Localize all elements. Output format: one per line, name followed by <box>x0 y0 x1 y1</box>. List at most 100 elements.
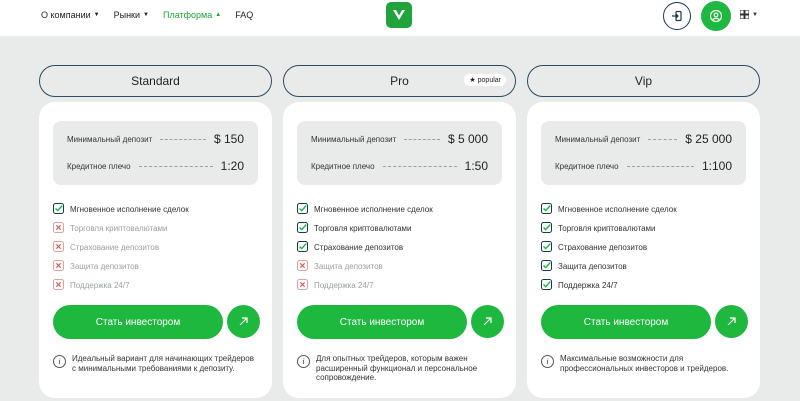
feature-label: Защита депозитов <box>314 262 383 271</box>
feature-item: Защита депозитов <box>53 257 189 276</box>
nav-item-about[interactable]: О компании ▼ <box>41 10 100 20</box>
param-label: Минимальный депозит <box>311 134 397 144</box>
become-investor-button[interactable]: Стать инвестором <box>541 305 711 339</box>
arrow-button[interactable] <box>715 305 748 338</box>
feature-item: Поддержка 24/7 <box>541 276 677 295</box>
arrow-up-right-icon <box>239 317 248 326</box>
param-value: 1:100 <box>701 159 732 173</box>
checkbox-checked-icon <box>297 203 308 216</box>
nav-item-label: Рынки <box>113 10 141 20</box>
checkbox-checked-icon <box>297 222 308 235</box>
login-icon <box>672 10 682 22</box>
grid-icon <box>740 10 749 19</box>
plan-info: i Идеальный вариант для начинающих трейде… <box>53 354 258 373</box>
plan-card-standard: Минимальный депозит $ 150 Кредитное плечо 1… <box>39 102 272 398</box>
feature-label: Защита депозитов <box>558 262 627 271</box>
info-icon: i <box>53 355 66 368</box>
popular-badge: ★ popular <box>464 74 506 86</box>
arrow-up-right-icon <box>483 317 492 326</box>
feature-item: Мгновенное исполнение сделок <box>297 200 433 219</box>
button-label: Стать инвестором <box>95 316 181 328</box>
login-button[interactable] <box>663 2 691 30</box>
feature-item: Защита депозитов <box>297 257 433 276</box>
feature-list: Мгновенное исполнение сделок Торговля кри… <box>541 200 677 295</box>
param-row: Кредитное плечо 1:50 <box>311 159 488 173</box>
feature-label: Торговля криптовалютами <box>314 224 412 233</box>
feature-label: Страхование депозитов <box>314 243 404 252</box>
tab-label: Vip <box>634 74 653 88</box>
v-logo-icon[interactable] <box>386 2 412 28</box>
feature-item: Торговля криптовалютами <box>53 219 189 238</box>
param-value: 1:50 <box>464 159 488 173</box>
param-label: Минимальный депозит <box>555 134 641 144</box>
checkbox-cross-icon <box>297 260 308 273</box>
param-value: $ 25 000 <box>685 132 732 146</box>
feature-label: Мгновенное исполнение сделок <box>558 205 677 214</box>
feature-label: Мгновенное исполнение сделок <box>70 205 189 214</box>
checkbox-cross-icon <box>53 279 64 292</box>
dotted-leader <box>160 138 206 140</box>
feature-item: Мгновенное исполнение сделок <box>541 200 677 219</box>
param-row: Кредитное плечо 1:20 <box>67 159 244 173</box>
dotted-leader <box>138 165 213 167</box>
nav-item-markets[interactable]: Рынки ▼ <box>114 10 149 20</box>
feature-label: Торговля криптовалютами <box>558 224 656 233</box>
feature-label: Мгновенное исполнение сделок <box>314 205 433 214</box>
param-label: Кредитное плечо <box>555 161 619 171</box>
plan-info-text: Максимальные возможности для профессиона… <box>560 354 729 373</box>
tab-vip[interactable]: Vip <box>527 65 760 97</box>
checkbox-checked-icon <box>541 279 552 292</box>
plan-info: i Для опытных трейдеров, которым важен ра… <box>297 354 502 383</box>
star-icon: ★ <box>469 77 476 84</box>
tab-pro[interactable]: Pro ★ popular <box>283 65 516 97</box>
param-value: $ 5 000 <box>447 132 488 146</box>
become-investor-button[interactable]: Стать инвестором <box>297 305 467 339</box>
nav-item-faq[interactable]: FAQ <box>235 10 253 20</box>
plan-info: i Максимальные возможности для профессион… <box>541 354 746 373</box>
param-label: Минимальный депозит <box>67 134 153 144</box>
param-row: Минимальный депозит $ 25 000 <box>555 132 732 146</box>
plan-info-text: Идеальный вариант для начинающих трейдер… <box>72 354 254 373</box>
param-value: $ 150 <box>213 132 244 146</box>
arrow-button[interactable] <box>227 305 260 338</box>
feature-item: Поддержка 24/7 <box>297 276 433 295</box>
feature-item: Страхование депозитов <box>541 238 677 257</box>
plan-params: Минимальный депозит $ 5 000 Кредитное плеч… <box>297 121 502 185</box>
become-investor-button[interactable]: Стать инвестором <box>53 305 223 339</box>
button-label: Стать инвестором <box>583 316 669 328</box>
feature-item: Торговля криптовалютами <box>297 219 433 238</box>
feature-item: Поддержка 24/7 <box>53 276 189 295</box>
checkbox-checked-icon <box>297 241 308 254</box>
button-label: Стать инвестором <box>339 316 425 328</box>
plan-card-pro: Минимальный депозит $ 5 000 Кредитное плеч… <box>283 102 516 398</box>
param-row: Минимальный депозит $ 5 000 <box>311 132 488 146</box>
checkbox-checked-icon <box>541 260 552 273</box>
nav-item-label: FAQ <box>235 10 254 20</box>
tab-label: Standard <box>131 74 180 88</box>
checkbox-checked-icon <box>541 203 552 216</box>
plan-card-vip: Минимальный депозит $ 25 000 Кредитное пле… <box>527 102 760 398</box>
tab-standard[interactable]: Standard <box>39 65 272 97</box>
checkbox-checked-icon <box>541 241 552 254</box>
param-value: 1:20 <box>220 159 244 173</box>
dotted-leader <box>626 165 694 167</box>
arrow-up-right-icon <box>727 317 736 326</box>
feature-label: Защита депозитов <box>70 262 139 271</box>
chevron-down-icon: ▼ <box>143 12 149 18</box>
chevron-down-icon: ▼ <box>752 11 758 18</box>
plan-params: Минимальный депозит $ 25 000 Кредитное пле… <box>541 121 746 185</box>
language-switcher[interactable]: ▼ <box>740 10 758 19</box>
nav-item-platform[interactable]: Платформа ▲ <box>163 10 221 20</box>
chevron-down-icon: ▼ <box>93 12 100 18</box>
profile-button[interactable] <box>701 1 731 31</box>
main-nav: О компании ▼ Рынки ▼ Платформа ▲ FAQ <box>41 10 253 20</box>
feature-item: Страхование депозитов <box>297 238 433 257</box>
nav-item-label: Платформа <box>162 10 213 20</box>
feature-item: Страхование депозитов <box>53 238 189 257</box>
feature-label: Страхование депозитов <box>558 243 648 252</box>
checkbox-cross-icon <box>297 279 308 292</box>
tab-label: Pro <box>390 74 409 88</box>
arrow-button[interactable] <box>471 305 504 338</box>
checkbox-cross-icon <box>53 241 64 254</box>
param-label: Кредитное плечо <box>311 161 375 171</box>
